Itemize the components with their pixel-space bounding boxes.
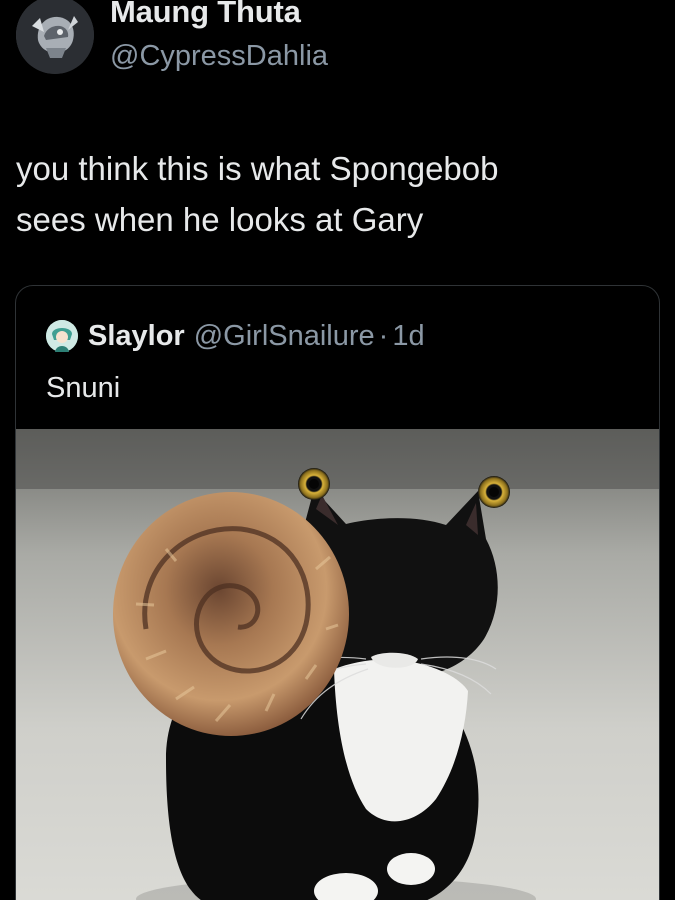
tweet-text-line-2: sees when he looks at Gary bbox=[16, 201, 424, 238]
quoted-handle[interactable]: @GirlSnailure bbox=[194, 320, 375, 353]
author-handle[interactable]: @CypressDahlia bbox=[110, 40, 328, 73]
cat-with-snail-shell-image bbox=[16, 429, 659, 900]
helmet-avatar-icon bbox=[16, 0, 94, 74]
quoted-media-image[interactable] bbox=[16, 429, 659, 900]
quoted-tweet-header: Slaylor @GirlSnailure · 1d bbox=[46, 316, 425, 356]
quoted-separator: · bbox=[378, 319, 389, 352]
quoted-tweet-card[interactable]: Slaylor @GirlSnailure · 1d Snuni bbox=[15, 285, 660, 900]
quoted-tweet-text: Snuni bbox=[46, 372, 121, 404]
tweet-view: Maung Thuta @CypressDahlia you think thi… bbox=[0, 0, 675, 900]
author-avatar[interactable] bbox=[16, 0, 94, 74]
author-display-name[interactable]: Maung Thuta bbox=[110, 0, 301, 30]
tweet-text-line-1: you think this is what Spongebob bbox=[16, 150, 499, 187]
tweet-body: you think this is what Spongebob sees wh… bbox=[16, 143, 656, 245]
anime-avatar-icon[interactable] bbox=[46, 320, 78, 352]
quoted-display-name[interactable]: Slaylor bbox=[88, 320, 185, 353]
quoted-timestamp[interactable]: 1d bbox=[392, 320, 424, 353]
